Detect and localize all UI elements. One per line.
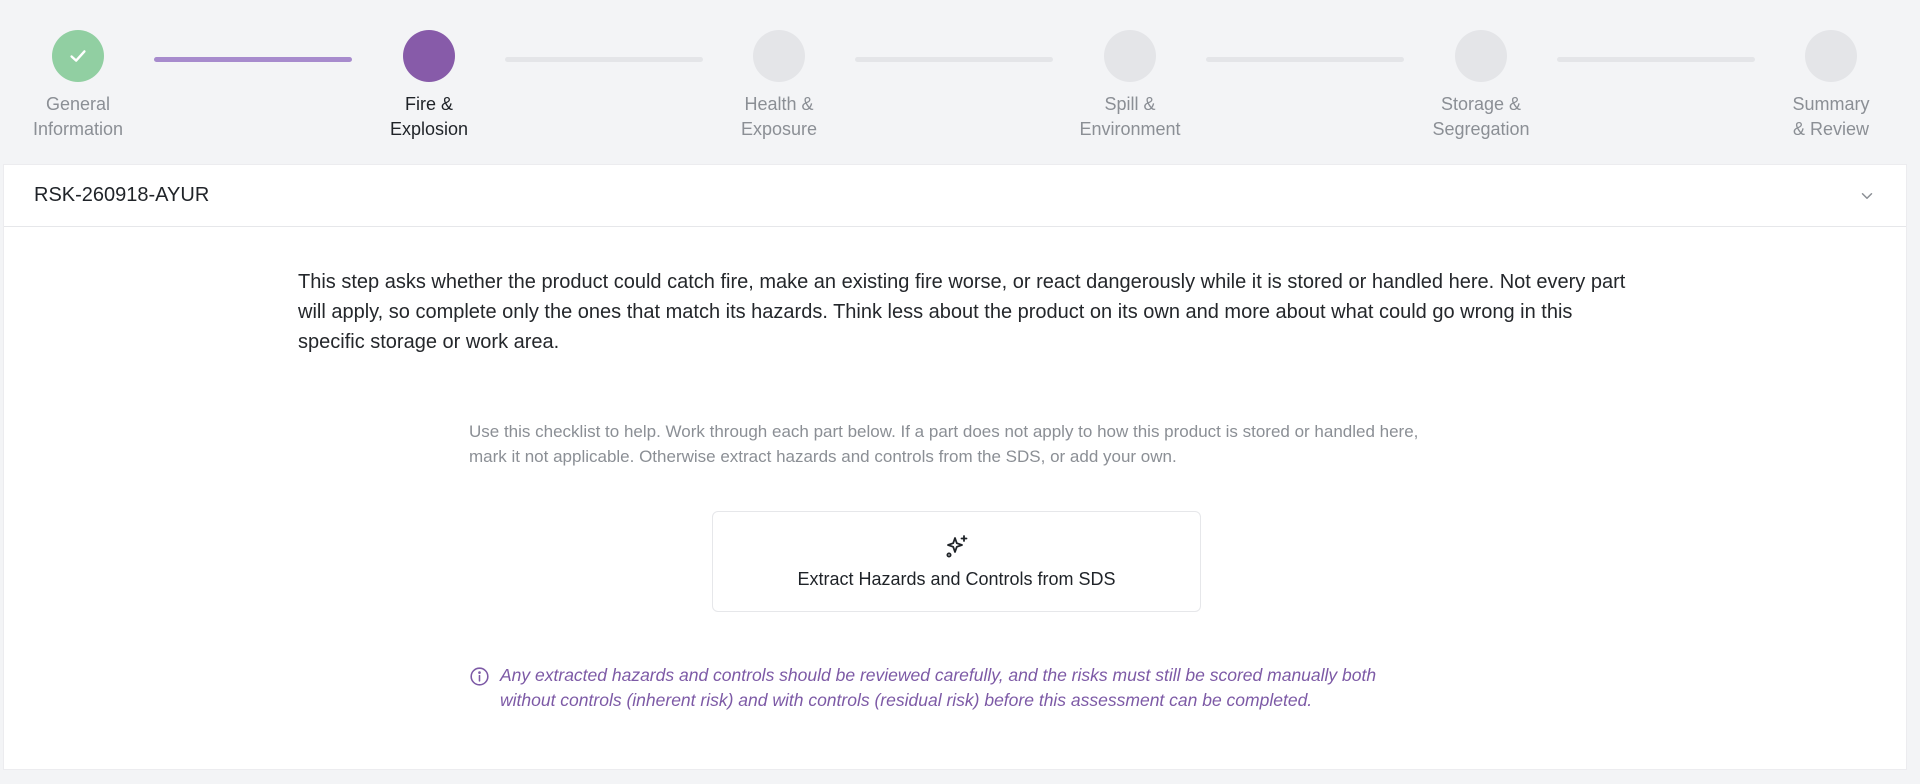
progress-stepper: General Information Fire & Explosion Hea…	[0, 0, 1920, 160]
step-label: Spill & Environment	[1079, 94, 1181, 139]
step-summary-review[interactable]: Summary & Review	[1741, 30, 1920, 142]
review-notice-text: Any extracted hazards and controls shoul…	[500, 665, 1377, 710]
step-dot	[1104, 30, 1156, 82]
sparkles-icon	[946, 535, 967, 558]
step-dot	[1805, 30, 1857, 82]
review-notice: Any extracted hazards and controls shoul…	[469, 663, 1429, 713]
step-dot	[753, 30, 805, 82]
step-dot-done	[52, 30, 104, 82]
step-label: Summary & Review	[1792, 94, 1870, 139]
step-label: Health & Exposure	[740, 94, 818, 139]
step-dot	[1455, 30, 1507, 82]
step-label: Fire & Explosion	[389, 94, 469, 139]
step-health-exposure[interactable]: Health & Exposure	[689, 30, 869, 142]
extract-button-label: Extract Hazards and Controls from SDS	[797, 569, 1116, 589]
extract-hazards-button[interactable]: Extract Hazards and Controls from SDS	[712, 511, 1201, 612]
step-connector-2	[505, 57, 703, 62]
step-intro-text: This step asks whether the product could…	[298, 271, 1626, 353]
step-fire-explosion[interactable]: Fire & Explosion	[339, 30, 519, 142]
step-spill-environment[interactable]: Spill & Environment	[1040, 30, 1220, 142]
step-storage-segregation[interactable]: Storage & Segregation	[1391, 30, 1571, 142]
checklist-helper-text: Use this checklist to help. Work through…	[469, 422, 1419, 466]
card-header[interactable]: RSK-260918-AYUR	[4, 165, 1906, 227]
step-connector-3	[855, 57, 1053, 62]
assessment-reference: RSK-260918-AYUR	[34, 184, 210, 206]
assessment-card: RSK-260918-AYUR This step asks whether t…	[3, 164, 1907, 770]
step-label: Storage & Segregation	[1432, 94, 1530, 139]
info-icon	[470, 667, 489, 686]
check-icon	[70, 50, 86, 62]
step-connector-5	[1557, 57, 1755, 62]
step-connector-1	[154, 57, 352, 62]
step-dot-current	[403, 30, 455, 82]
step-general-information[interactable]: General Information	[0, 30, 168, 142]
step-connector-4	[1206, 57, 1404, 62]
chevron-down-icon[interactable]	[1858, 187, 1876, 205]
step-label: General Information	[32, 94, 124, 139]
